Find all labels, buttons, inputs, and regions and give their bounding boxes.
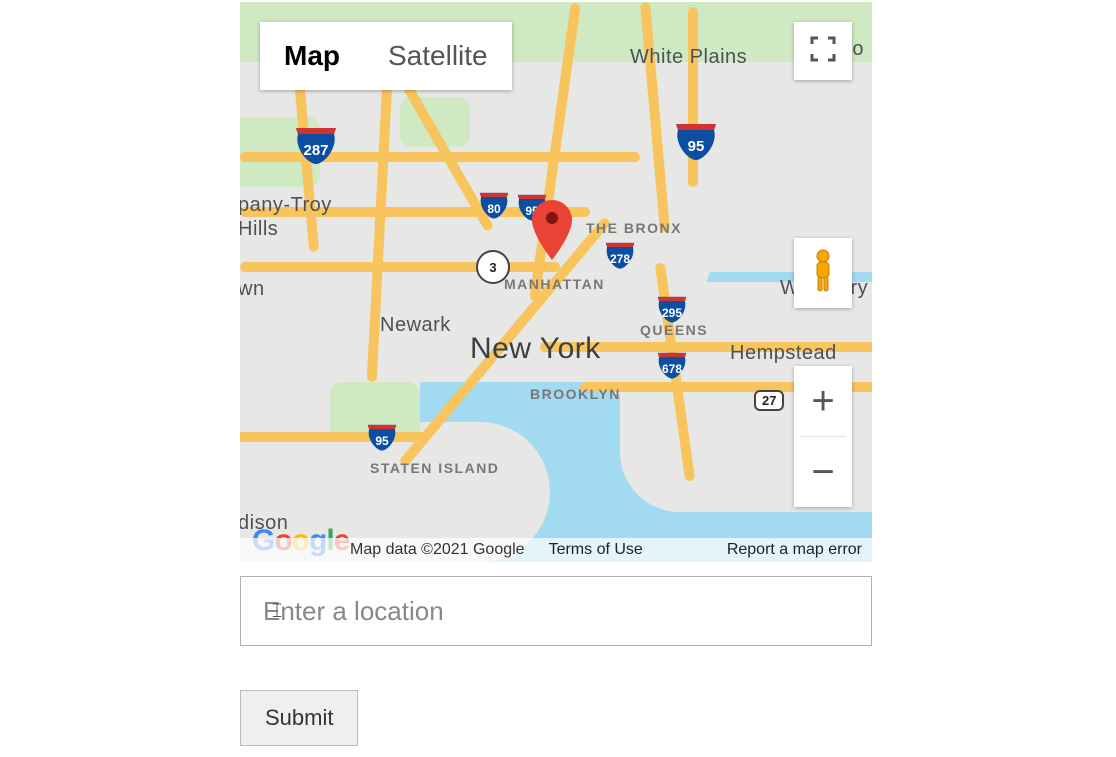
pegman-icon xyxy=(808,249,838,298)
minus-icon: − xyxy=(811,450,834,495)
label-newark: Newark xyxy=(380,314,451,337)
shield-label: 287 xyxy=(294,142,338,159)
route-label: 3 xyxy=(489,260,496,275)
shield-i95-bottom: 95 xyxy=(366,422,398,452)
route-27: 27 xyxy=(754,390,784,411)
map-data-credit: Map data ©2021 Google xyxy=(350,541,525,559)
map-footer: Map data ©2021 Google Terms of Use Repor… xyxy=(240,538,872,562)
map-type-control: Map Satellite xyxy=(260,22,512,90)
submit-button[interactable]: Submit xyxy=(240,690,358,746)
map-container: 287 95 80 95 278 295 xyxy=(240,2,872,562)
shield-i678: 678 xyxy=(656,350,688,380)
shield-label: 95 xyxy=(674,138,718,155)
shield-label: 95 xyxy=(366,434,398,448)
shield-label: 278 xyxy=(604,252,636,266)
label-staten-island: STATEN ISLAND xyxy=(370,460,499,476)
label-brooklyn: BROOKLYN xyxy=(530,386,621,402)
shield-i95-top: 95 xyxy=(674,120,718,162)
page-root: 287 95 80 95 278 295 xyxy=(0,0,1116,757)
label-hempstead: Hempstead xyxy=(730,342,837,365)
road xyxy=(240,432,430,442)
shield-i278: 278 xyxy=(604,240,636,270)
report-error-link[interactable]: Report a map error xyxy=(727,541,862,559)
shield-i295: 295 xyxy=(656,294,688,324)
submit-button-label: Submit xyxy=(265,705,333,730)
map-canvas[interactable]: 287 95 80 95 278 295 xyxy=(240,2,872,562)
label-bronx: THE BRONX xyxy=(586,220,682,236)
map-marker-icon[interactable] xyxy=(532,200,572,260)
shield-i287: 287 xyxy=(294,124,338,166)
fullscreen-icon xyxy=(809,35,837,68)
map-type-satellite-button[interactable]: Satellite xyxy=(364,22,512,90)
map-type-map-button[interactable]: Map xyxy=(260,22,364,90)
label-queens: QUEENS xyxy=(640,322,708,338)
zoom-control: + − xyxy=(794,366,852,507)
shield-label: 295 xyxy=(656,306,688,320)
terms-link[interactable]: Terms of Use xyxy=(549,541,643,559)
shield-label: 80 xyxy=(478,202,510,216)
zoom-in-button[interactable]: + xyxy=(794,366,852,436)
fullscreen-button[interactable] xyxy=(794,22,852,80)
route-label: 27 xyxy=(762,393,776,408)
label-white-plains: White Plains xyxy=(630,46,747,69)
plus-icon: + xyxy=(811,379,834,424)
location-input[interactable] xyxy=(240,576,872,646)
zoom-out-button[interactable]: − xyxy=(794,437,852,507)
label-hills: Hills xyxy=(240,218,278,241)
label-wn: wn xyxy=(240,278,265,301)
shield-label: 678 xyxy=(656,362,688,376)
street-view-button[interactable] xyxy=(794,238,852,308)
label-pany-troy: pany-Troy xyxy=(240,194,332,217)
road xyxy=(240,262,560,272)
label-manhattan: MANHATTAN xyxy=(504,276,605,292)
shield-i80: 80 xyxy=(478,190,510,220)
label-new-york: New York xyxy=(470,332,601,366)
